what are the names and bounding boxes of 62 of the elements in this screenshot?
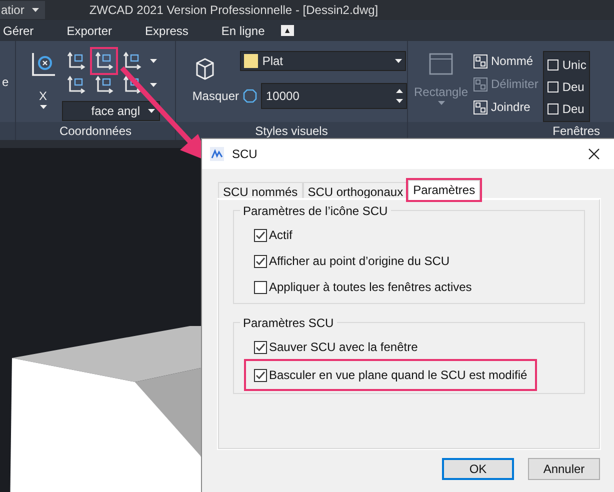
app-icon xyxy=(210,147,224,161)
checkbox-row[interactable]: Actif xyxy=(254,227,292,243)
caret-icon[interactable] xyxy=(148,109,155,113)
spin-up-icon[interactable] xyxy=(396,89,403,93)
caret-icon[interactable] xyxy=(40,105,46,109)
checkbox-row[interactable]: Appliquer à toutes les fenêtres actives xyxy=(254,279,472,295)
ucs-rotate-icon xyxy=(29,51,57,79)
spin-down-icon[interactable] xyxy=(396,99,403,103)
workspace-dropdown[interactable]: atior xyxy=(0,1,46,19)
panel-label: Fenêtres xyxy=(552,123,600,140)
dialog-tab[interactable]: Paramètres xyxy=(408,180,480,200)
ucs-icon[interactable] xyxy=(122,51,142,71)
dialog-button[interactable]: Annuler xyxy=(528,458,600,480)
checkbox[interactable] xyxy=(254,228,267,242)
face-dropdown[interactable]: face angl xyxy=(62,101,160,121)
ribbon-label[interactable]: e xyxy=(2,72,9,90)
checkbox[interactable] xyxy=(254,280,267,294)
checkbox-row[interactable]: Basculer en vue plane quand le SCU est modifié xyxy=(244,359,538,391)
menu-item[interactable]: Express xyxy=(142,22,192,40)
ucs-icon[interactable] xyxy=(66,51,86,71)
viewports-icon xyxy=(473,54,488,68)
viewports-icon xyxy=(473,76,488,92)
hide-label[interactable]: Masquer xyxy=(192,87,239,105)
viewport-button[interactable]: Nommé xyxy=(473,51,538,71)
close-icon[interactable] xyxy=(588,148,600,160)
viewport-icon xyxy=(428,51,454,77)
number-field[interactable]: 10000 xyxy=(261,83,407,109)
visual-style-dropdown[interactable]: Plat xyxy=(240,51,406,71)
style-icon xyxy=(244,54,258,68)
checkbox-row[interactable]: Sauver SCU avec la fenêtre xyxy=(254,339,418,355)
checkbox[interactable] xyxy=(254,340,267,354)
collapse-ribbon-button[interactable]: ▲ xyxy=(280,25,294,36)
caret-icon[interactable] xyxy=(395,59,402,63)
dialog-title: SCU xyxy=(232,146,258,163)
layout-icon xyxy=(547,102,560,114)
ucs-icon[interactable] xyxy=(66,75,86,95)
panel-label: Styles visuels xyxy=(255,123,328,140)
viewport-button[interactable]: Joindre xyxy=(473,97,538,117)
caret-icon[interactable] xyxy=(150,83,157,87)
caret-icon[interactable] xyxy=(32,8,40,12)
ucs-icon[interactable] xyxy=(94,51,114,71)
caret-icon[interactable] xyxy=(150,59,157,63)
checkbox-row[interactable]: Afficher au point d’origine du SCU xyxy=(254,253,450,269)
ucs-x-button[interactable]: X xyxy=(28,51,58,109)
viewports-icon xyxy=(473,100,488,114)
layout-icon xyxy=(547,80,560,92)
layout-button[interactable]: Deu xyxy=(547,99,586,118)
window-title: ZWCAD 2021 Version Professionnelle - [Dessin2.dwg] xyxy=(89,2,378,19)
layout-button[interactable]: Unic xyxy=(547,55,586,74)
panel-label: Coordonnées xyxy=(59,123,132,140)
ucs-icon[interactable] xyxy=(94,75,114,95)
ucs-icon[interactable] xyxy=(122,75,142,95)
checkbox[interactable] xyxy=(254,254,267,268)
layout-icon xyxy=(547,58,560,70)
menu-item[interactable]: Exporter xyxy=(64,22,116,40)
cube-icon[interactable] xyxy=(194,57,216,81)
layout-button[interactable]: Deu xyxy=(547,77,586,96)
menu-item[interactable]: Gérer xyxy=(0,22,37,40)
dialog-button[interactable]: OK xyxy=(442,458,514,480)
menu-item[interactable]: En ligne xyxy=(218,22,268,40)
checkbox[interactable] xyxy=(254,368,267,382)
octagon-icon xyxy=(243,89,257,103)
